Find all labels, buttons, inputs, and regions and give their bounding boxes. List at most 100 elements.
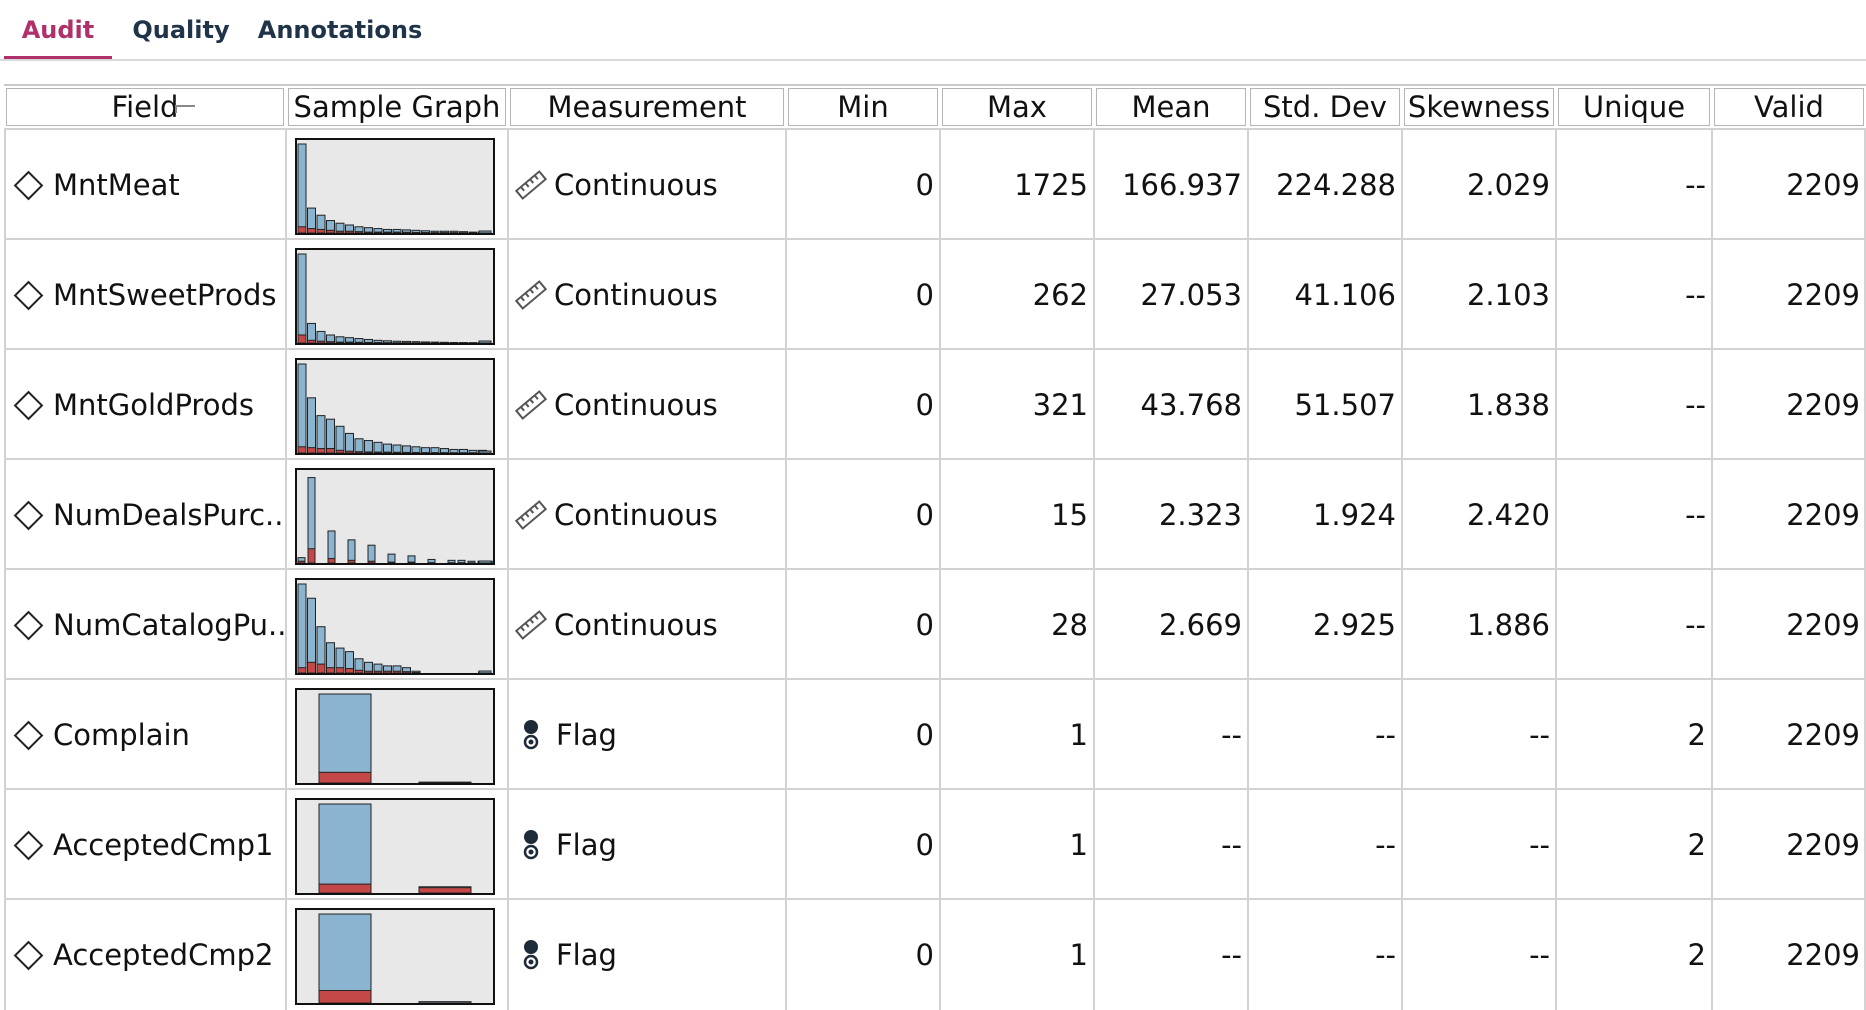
sample-graph[interactable]: [295, 798, 495, 895]
histogram-bar: [298, 364, 306, 453]
sample-graph[interactable]: [295, 248, 495, 345]
histogram-bar-highlight: [355, 452, 363, 453]
histogram-bar-highlight: [327, 449, 335, 453]
histogram-bar-highlight: [412, 232, 420, 233]
sample-graph[interactable]: [295, 908, 495, 1005]
valid-cell: 2209: [1712, 460, 1866, 570]
field-cell[interactable]: NumCatalogPu...: [4, 570, 286, 680]
histogram-bar-highlight: [374, 671, 382, 673]
column-header-field[interactable]: Field: [4, 86, 286, 128]
sort-icon[interactable]: [175, 105, 195, 113]
sample-graph-cell[interactable]: [286, 130, 508, 240]
measurement-cell[interactable]: Flag: [508, 900, 786, 1010]
field-name: NumCatalogPu...: [53, 608, 286, 642]
histogram-bar: [298, 254, 306, 343]
table-row[interactable]: AcceptedCmp2Flag01------22209: [4, 900, 1866, 1010]
table-row[interactable]: MntMeatContinuous01725166.937224.2882.02…: [4, 130, 1866, 240]
std-dev-cell: 41.106: [1248, 240, 1402, 350]
skewness-cell: 1.886: [1402, 570, 1556, 680]
sample-graph[interactable]: [295, 138, 495, 235]
column-header-mean[interactable]: Mean: [1094, 86, 1248, 128]
ruler-icon: [514, 608, 548, 642]
measurement-cell[interactable]: Flag: [508, 790, 786, 900]
measurement-cell[interactable]: Continuous: [508, 240, 786, 350]
sample-graph-svg: [297, 910, 493, 1003]
sample-graph-cell[interactable]: [286, 460, 508, 570]
measurement-label: Continuous: [554, 168, 718, 202]
histogram-bar: [319, 914, 371, 1003]
table-row[interactable]: AcceptedCmp1Flag01------22209: [4, 790, 1866, 900]
measurement-cell[interactable]: Continuous: [508, 130, 786, 240]
tab-quality[interactable]: Quality: [122, 0, 240, 60]
table-row[interactable]: MntSweetProdsContinuous026227.05341.1062…: [4, 240, 1866, 350]
sample-graph[interactable]: [295, 468, 495, 565]
column-header-skewness[interactable]: Skewness: [1402, 86, 1556, 128]
std-dev-cell: 1.924: [1248, 460, 1402, 570]
field-cell[interactable]: AcceptedCmp2: [4, 900, 286, 1010]
sample-graph[interactable]: [295, 358, 495, 455]
measurement-label: Flag: [556, 828, 617, 862]
field-name: NumDealsPurc...: [53, 498, 286, 532]
field-name: MntGoldProds: [53, 388, 254, 422]
field-cell[interactable]: MntSweetProds: [4, 240, 286, 350]
sample-graph-cell[interactable]: [286, 900, 508, 1010]
column-header-valid[interactable]: Valid: [1712, 86, 1866, 128]
sample-graph[interactable]: [295, 578, 495, 675]
diamond-icon: [14, 280, 44, 310]
field-cell[interactable]: AcceptedCmp1: [4, 790, 286, 900]
sample-graph-cell[interactable]: [286, 570, 508, 680]
max-cell: 1725: [940, 130, 1094, 240]
table-row[interactable]: NumDealsPurc...Continuous0152.3231.9242.…: [4, 460, 1866, 570]
mean-cell: 2.323: [1094, 460, 1248, 570]
mean-cell: 43.768: [1094, 350, 1248, 460]
tab-annotations-label: Annotations: [258, 16, 422, 44]
skewness-cell: --: [1402, 900, 1556, 1010]
unique-cell: 2: [1556, 680, 1712, 790]
measurement-cell[interactable]: Continuous: [508, 570, 786, 680]
histogram-bar-highlight: [365, 671, 373, 673]
column-header-unique[interactable]: Unique: [1556, 86, 1712, 128]
column-header-label: Sample Graph: [294, 90, 501, 124]
measurement-cell[interactable]: Continuous: [508, 350, 786, 460]
tab-audit[interactable]: Audit: [4, 0, 112, 60]
sample-graph-cell[interactable]: [286, 680, 508, 790]
histogram-bar-highlight: [412, 452, 420, 453]
column-header-max[interactable]: Max: [940, 86, 1094, 128]
histogram-bar-highlight: [327, 230, 335, 233]
min-cell: 0: [786, 460, 940, 570]
field-cell[interactable]: MntGoldProds: [4, 350, 286, 460]
sample-graph-cell[interactable]: [286, 350, 508, 460]
table-row[interactable]: ComplainFlag01------22209: [4, 680, 1866, 790]
max-cell: 321: [940, 350, 1094, 460]
mean-cell: --: [1094, 680, 1248, 790]
histogram-bar-highlight: [327, 668, 335, 673]
flag-icon: [516, 938, 546, 972]
measurement-cell[interactable]: Continuous: [508, 460, 786, 570]
column-header-min[interactable]: Min: [786, 86, 940, 128]
histogram-bar-highlight: [298, 447, 306, 453]
min-cell: 0: [786, 130, 940, 240]
valid-cell: 2209: [1712, 680, 1866, 790]
sample-graph-cell[interactable]: [286, 790, 508, 900]
field-cell[interactable]: Complain: [4, 680, 286, 790]
column-header-measurement[interactable]: Measurement: [508, 86, 786, 128]
table-row[interactable]: NumCatalogPu...Continuous0282.6692.9251.…: [4, 570, 1866, 680]
field-cell[interactable]: NumDealsPurc...: [4, 460, 286, 570]
histogram-bar-highlight: [346, 231, 354, 233]
histogram-bar: [419, 1002, 471, 1003]
histogram-bar-highlight: [393, 671, 401, 673]
measurement-cell[interactable]: Flag: [508, 680, 786, 790]
field-cell[interactable]: MntMeat: [4, 130, 286, 240]
histogram-bar-highlight: [419, 888, 471, 893]
column-header-sample-graph[interactable]: Sample Graph: [286, 86, 508, 128]
table-row[interactable]: MntGoldProdsContinuous032143.76851.5071.…: [4, 350, 1866, 460]
tab-annotations[interactable]: Annotations: [254, 0, 426, 60]
measurement-label: Continuous: [554, 498, 718, 532]
skewness-cell: --: [1402, 680, 1556, 790]
column-header-label: Std. Dev: [1263, 90, 1387, 124]
sample-graph[interactable]: [295, 688, 495, 785]
sample-graph-cell[interactable]: [286, 240, 508, 350]
diamond-icon: [14, 720, 44, 750]
column-header-std-dev[interactable]: Std. Dev: [1248, 86, 1402, 128]
histogram-bar-highlight: [319, 772, 371, 783]
